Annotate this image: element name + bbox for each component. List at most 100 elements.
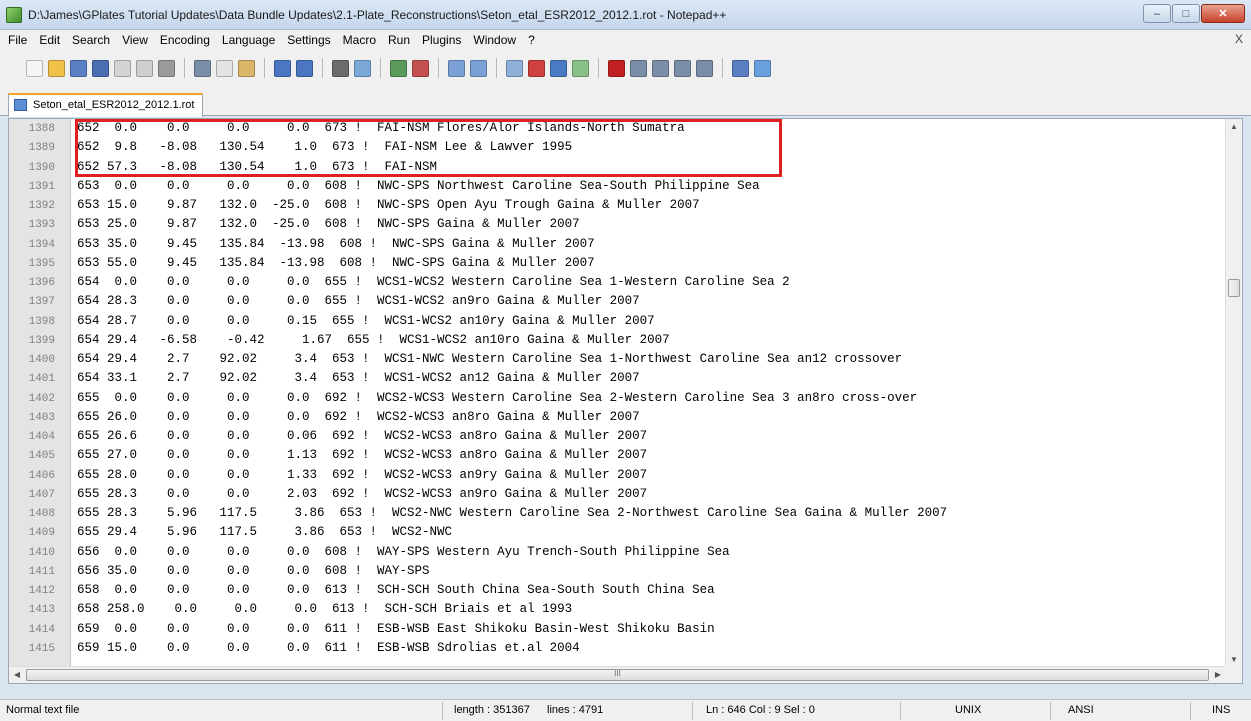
save-icon[interactable] bbox=[70, 59, 87, 77]
editor-line[interactable]: 1395 653 55.0 9.45 135.84 -13.98 608 ! NW… bbox=[9, 254, 1222, 273]
play-macro-icon[interactable] bbox=[652, 59, 669, 77]
editor-line[interactable]: 1391 653 0.0 0.0 0.0 0.0 608 ! NWC-SPS No… bbox=[9, 177, 1222, 196]
sync-horizontal-icon[interactable] bbox=[470, 59, 487, 77]
save-macro-icon[interactable] bbox=[696, 59, 713, 77]
save-all-icon[interactable] bbox=[92, 59, 109, 77]
redo-icon[interactable] bbox=[296, 59, 313, 77]
menu-view[interactable]: View bbox=[116, 33, 154, 47]
scroll-left-arrow-icon[interactable]: ◀ bbox=[9, 667, 25, 683]
new-file-icon[interactable] bbox=[26, 59, 43, 77]
scroll-right-arrow-icon[interactable]: ▶ bbox=[1210, 667, 1226, 683]
status-divider bbox=[442, 702, 443, 720]
editor-line[interactable]: 1402 655 0.0 0.0 0.0 0.0 692 ! WCS2-WCS3 … bbox=[9, 389, 1222, 408]
editor-line[interactable]: 1388 652 0.0 0.0 0.0 0.0 673 ! FAI-NSM Fl… bbox=[9, 119, 1222, 138]
editor-line[interactable]: 1414 659 0.0 0.0 0.0 0.0 611 ! ESB-WSB Ea… bbox=[9, 620, 1222, 639]
editor-lines: 1388 652 0.0 0.0 0.0 0.0 673 ! FAI-NSM Fl… bbox=[9, 119, 1222, 658]
user-language-icon[interactable] bbox=[572, 59, 589, 77]
sync-vertical-icon[interactable] bbox=[448, 59, 465, 77]
editor-line[interactable]: 1413 658 258.0 0.0 0.0 0.0 613 ! SCH-SCH … bbox=[9, 600, 1222, 619]
find-icon[interactable] bbox=[332, 59, 349, 77]
editor-line[interactable]: 1393 653 25.0 9.87 132.0 -25.0 608 ! NWC-… bbox=[9, 215, 1222, 234]
horizontal-scroll-thumb[interactable]: III bbox=[26, 669, 1209, 681]
editor-line[interactable]: 1410 656 0.0 0.0 0.0 0.0 608 ! WAY-SPS We… bbox=[9, 543, 1222, 562]
editor-line[interactable]: 1396 654 0.0 0.0 0.0 0.0 655 ! WCS1-WCS2 … bbox=[9, 273, 1222, 292]
menu-encoding[interactable]: Encoding bbox=[154, 33, 216, 47]
editor-line[interactable]: 1415 659 15.0 0.0 0.0 0.0 611 ! ESB-WSB S… bbox=[9, 639, 1222, 658]
editor-line[interactable]: 1399 654 29.4 -6.58 -0.42 1.67 655 ! WCS1… bbox=[9, 331, 1222, 350]
show-all-chars-icon[interactable] bbox=[528, 59, 545, 77]
line-text: 655 27.0 0.0 0.0 1.13 692 ! WCS2-WCS3 an… bbox=[77, 448, 648, 463]
editor-line[interactable]: 1405 655 27.0 0.0 0.0 1.13 692 ! WCS2-WCS… bbox=[9, 446, 1222, 465]
line-text: 654 0.0 0.0 0.0 0.0 655 ! WCS1-WCS2 West… bbox=[77, 275, 790, 289]
spellcheck-icon[interactable] bbox=[754, 59, 771, 77]
record-macro-icon[interactable] bbox=[608, 59, 625, 77]
line-text: 655 26.6 0.0 0.0 0.06 692 ! WCS2-WCS3 an… bbox=[77, 429, 648, 443]
close-all-icon[interactable] bbox=[136, 59, 153, 77]
toolbar-separator bbox=[380, 58, 381, 78]
editor-line[interactable]: 1390 652 57.3 -8.08 130.54 1.0 673 ! FAI-… bbox=[9, 158, 1222, 177]
line-number: 1404 bbox=[28, 431, 55, 443]
zoom-out-icon[interactable] bbox=[412, 59, 429, 77]
menu-macro[interactable]: Macro bbox=[337, 33, 382, 47]
line-number: 1394 bbox=[28, 238, 55, 251]
editor-line[interactable]: 1403 655 26.0 0.0 0.0 0.0 692 ! WCS2-WCS3… bbox=[9, 408, 1222, 427]
line-text: 659 0.0 0.0 0.0 0.0 611 ! ESB-WSB East S… bbox=[77, 621, 715, 636]
menu-help[interactable]: ? bbox=[522, 33, 541, 47]
print-icon[interactable] bbox=[158, 59, 175, 77]
minimize-button[interactable]: – bbox=[1143, 4, 1171, 23]
menu-search[interactable]: Search bbox=[66, 33, 116, 47]
editor-line[interactable]: 1389 652 9.8 -8.08 130.54 1.0 673 ! FAI-N… bbox=[9, 138, 1222, 157]
menu-language[interactable]: Language bbox=[216, 33, 281, 47]
zoom-in-icon[interactable] bbox=[390, 59, 407, 77]
editor-line[interactable]: 1412 658 0.0 0.0 0.0 0.0 613 ! SCH-SCH So… bbox=[9, 581, 1222, 600]
vertical-scrollbar[interactable]: ▲ ▼ bbox=[1225, 119, 1242, 668]
indent-guide-icon[interactable] bbox=[550, 59, 567, 77]
stop-macro-icon[interactable] bbox=[630, 59, 647, 77]
open-file-icon[interactable] bbox=[48, 59, 65, 77]
text-editor[interactable]: 1388 652 0.0 0.0 0.0 0.0 673 ! FAI-NSM Fl… bbox=[8, 118, 1243, 684]
editor-line[interactable]: 1407 655 28.3 0.0 0.0 2.03 692 ! WCS2-WCS… bbox=[9, 485, 1222, 504]
menu-plugins[interactable]: Plugins bbox=[416, 33, 467, 47]
tab-document[interactable]: Seton_etal_ESR2012_2012.1.rot bbox=[8, 93, 204, 117]
maximize-button[interactable]: □ bbox=[1172, 4, 1200, 23]
vertical-scroll-thumb[interactable] bbox=[1228, 279, 1240, 297]
close-icon[interactable] bbox=[114, 59, 131, 77]
menu-run[interactable]: Run bbox=[382, 33, 416, 47]
close-window-button[interactable]: ✕ bbox=[1201, 4, 1245, 23]
cut-icon[interactable] bbox=[194, 59, 211, 77]
editor-line[interactable]: 1397 654 28.3 0.0 0.0 0.0 655 ! WCS1-WCS2… bbox=[9, 292, 1222, 311]
replace-icon[interactable] bbox=[354, 59, 371, 77]
tab-bar: Seton_etal_ESR2012_2012.1.rot bbox=[0, 86, 1251, 117]
editor-line[interactable]: 1392 653 15.0 9.87 132.0 -25.0 608 ! NWC-… bbox=[9, 196, 1222, 215]
line-text: 659 15.0 0.0 0.0 0.0 611 ! ESB-WSB Sdrol… bbox=[77, 640, 580, 655]
editor-line[interactable]: 1400 654 29.4 2.7 92.02 3.4 653 ! WCS1-NW… bbox=[9, 350, 1222, 369]
line-number: 1412 bbox=[28, 585, 55, 597]
editor-line[interactable]: 1409 655 29.4 5.96 117.5 3.86 653 ! WCS2-… bbox=[9, 523, 1222, 542]
status-lines: lines : 4791 bbox=[547, 704, 604, 716]
horizontal-scrollbar[interactable]: ◀ III ▶ bbox=[9, 666, 1226, 683]
editor-line[interactable]: 1406 655 28.0 0.0 0.0 1.33 692 ! WCS2-WCS… bbox=[9, 466, 1222, 485]
run-macro-multiple-icon[interactable] bbox=[674, 59, 691, 77]
status-divider bbox=[1050, 702, 1051, 720]
paste-icon[interactable] bbox=[238, 59, 255, 77]
editor-line[interactable]: 1398 654 28.7 0.0 0.0 0.15 655 ! WCS1-WCS… bbox=[9, 312, 1222, 331]
undo-icon[interactable] bbox=[274, 59, 291, 77]
menu-file[interactable]: File bbox=[2, 33, 33, 47]
editor-line[interactable]: 1408 655 28.3 5.96 117.5 3.86 653 ! WCS2-… bbox=[9, 504, 1222, 523]
editor-line[interactable]: 1411 656 35.0 0.0 0.0 0.0 608 ! WAY-SPS bbox=[9, 562, 1222, 581]
close-document-button[interactable]: X bbox=[1235, 32, 1243, 46]
editor-line[interactable]: 1401 654 33.1 2.7 92.02 3.4 653 ! WCS1-WC… bbox=[9, 369, 1222, 388]
menu-settings[interactable]: Settings bbox=[281, 33, 336, 47]
trim-icon[interactable] bbox=[732, 59, 749, 77]
title-bar[interactable]: D:\James\GPlates Tutorial Updates\Data B… bbox=[0, 0, 1251, 30]
line-text: 653 15.0 9.87 132.0 -25.0 608 ! NWC-SPS … bbox=[77, 198, 700, 212]
copy-icon[interactable] bbox=[216, 59, 233, 77]
scroll-up-arrow-icon[interactable]: ▲ bbox=[1226, 119, 1242, 135]
menu-edit[interactable]: Edit bbox=[33, 33, 66, 47]
window-controls: – □ ✕ bbox=[1143, 4, 1245, 23]
word-wrap-icon[interactable] bbox=[506, 59, 523, 77]
editor-line[interactable]: 1404 655 26.6 0.0 0.0 0.06 692 ! WCS2-WCS… bbox=[9, 427, 1222, 446]
menu-window[interactable]: Window bbox=[467, 33, 522, 47]
status-length: length : 351367 bbox=[454, 704, 530, 716]
editor-line[interactable]: 1394 653 35.0 9.45 135.84 -13.98 608 ! NW… bbox=[9, 235, 1222, 254]
